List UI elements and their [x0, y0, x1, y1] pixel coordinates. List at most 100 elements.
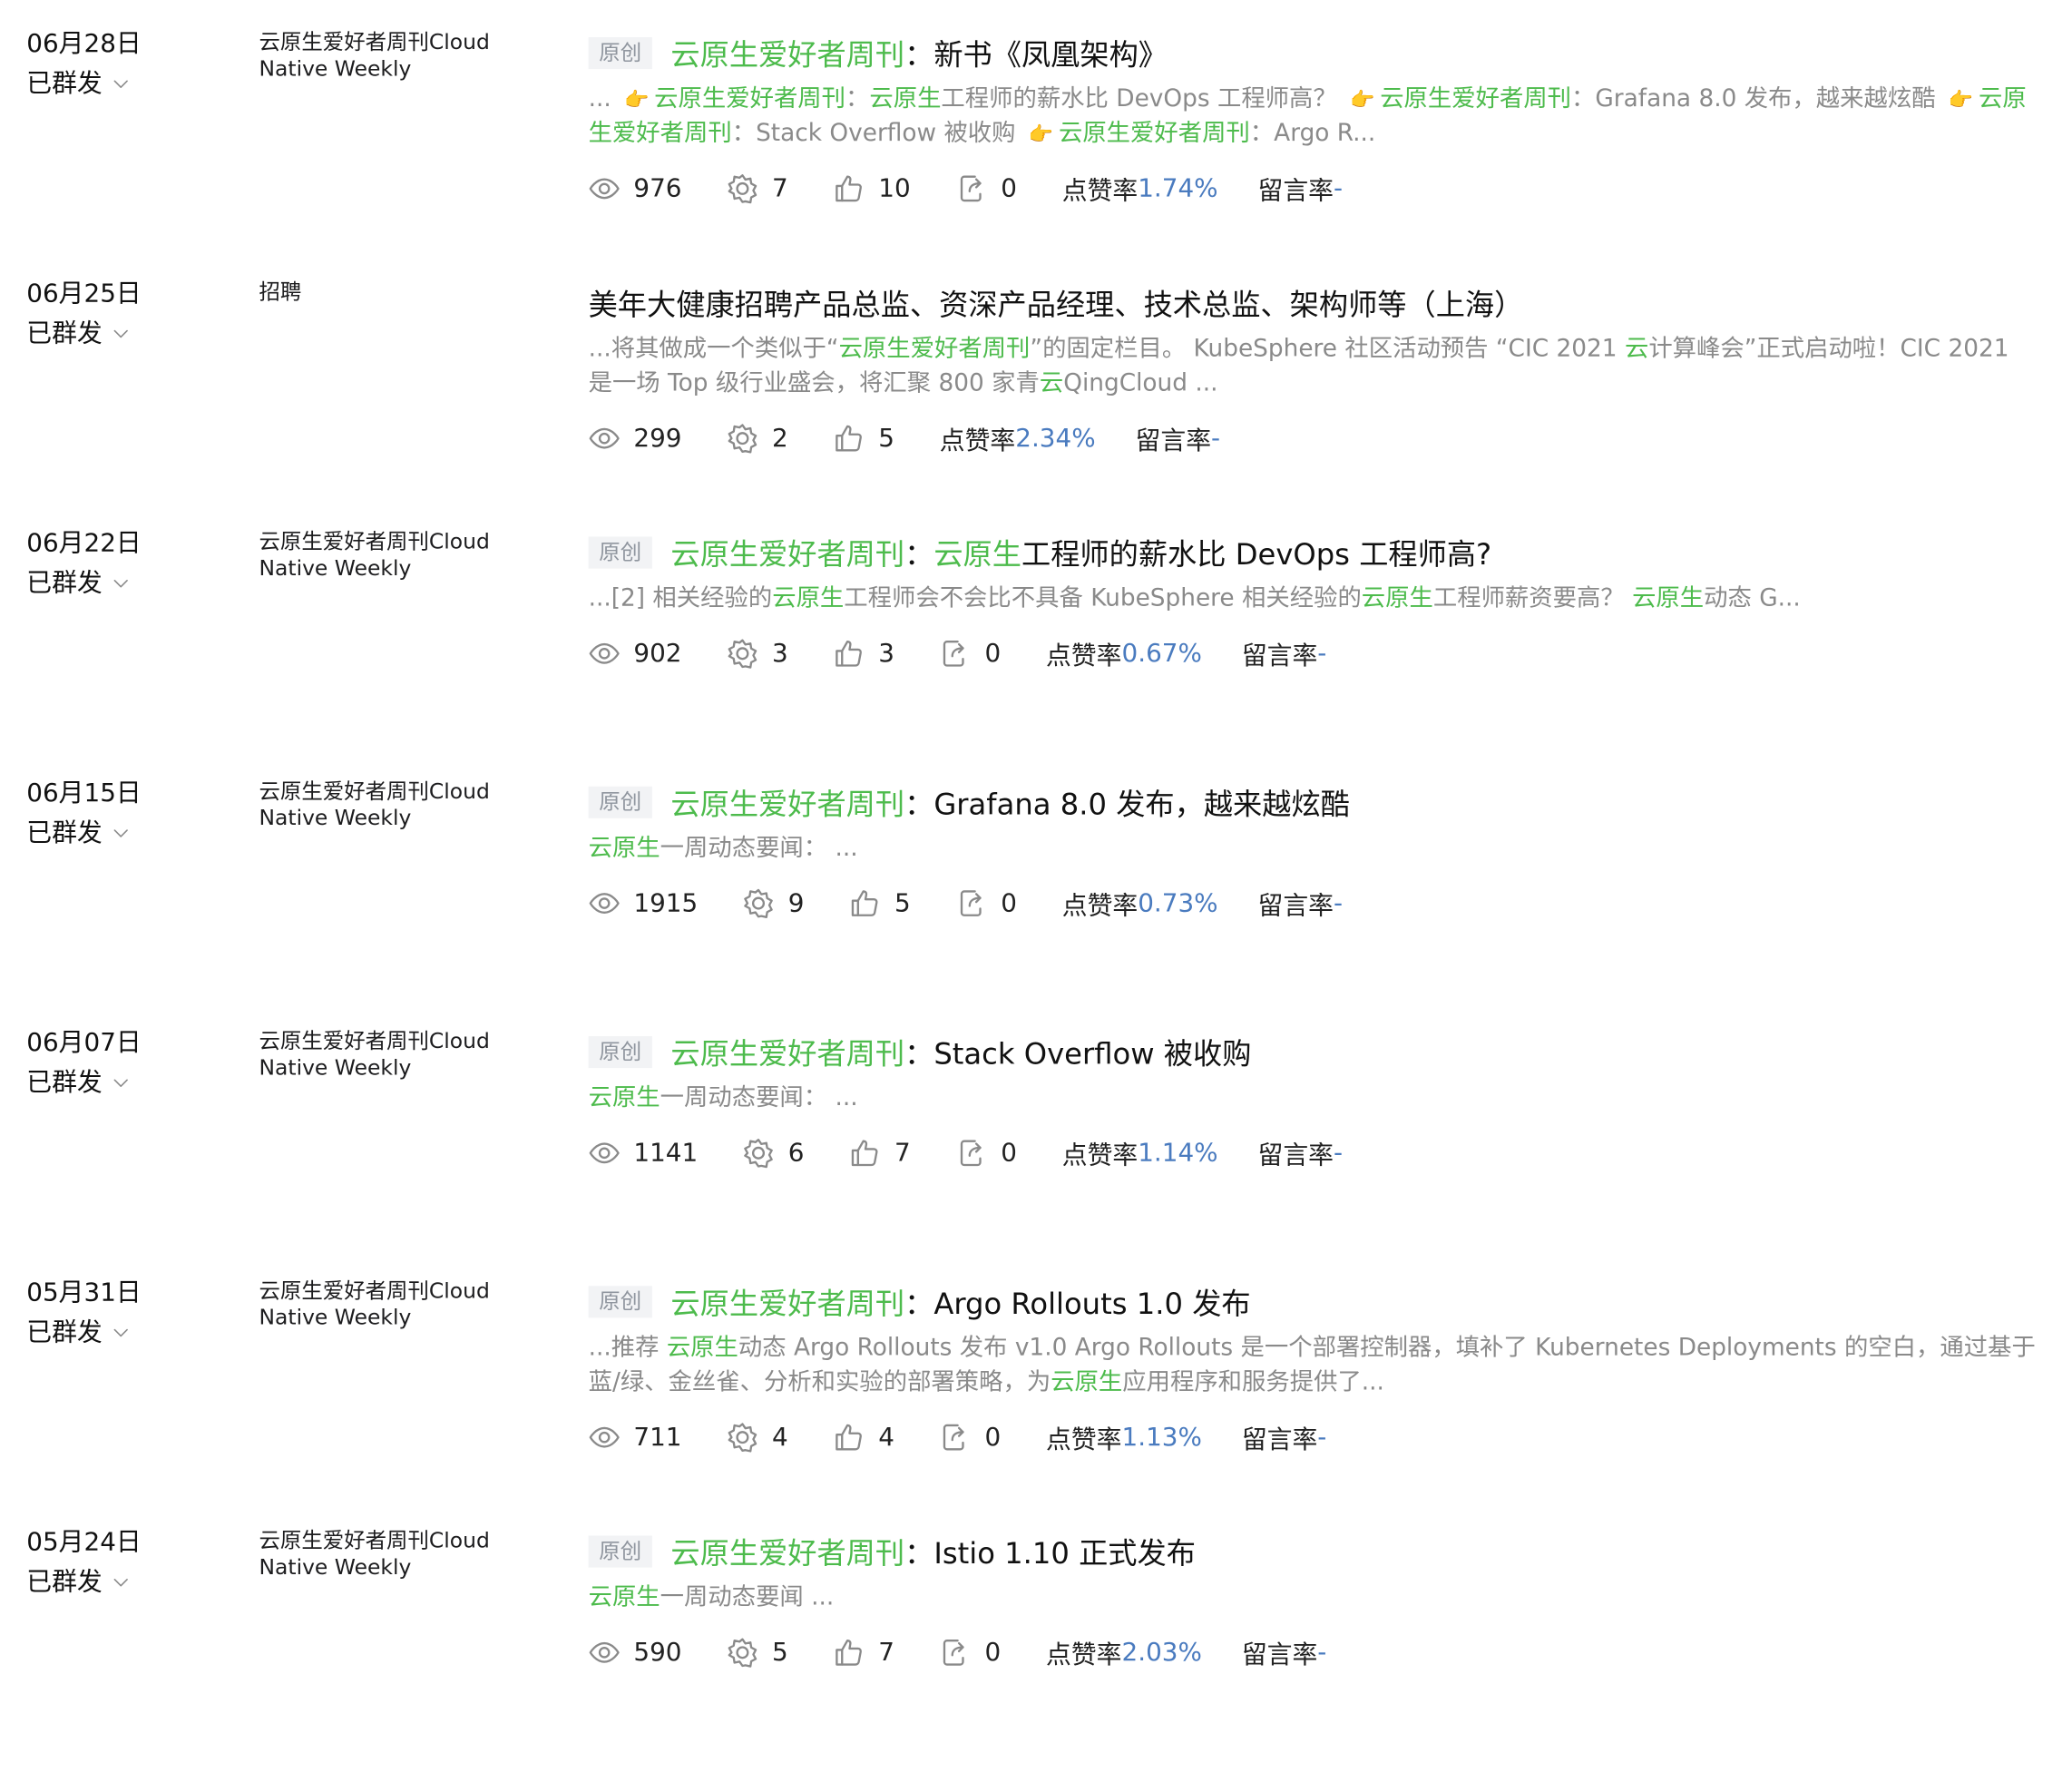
reads-count: 1915 — [633, 888, 699, 918]
article-title[interactable]: 原创 云原生爱好者周刊：新书《凤凰架构》 — [588, 26, 2037, 80]
article-row[interactable]: 06月15日 已群发 云原生爱好者周刊Cloud Native Weekly 原创 云原… — [0, 773, 2072, 1023]
send-status-dropdown[interactable]: 已群发 — [26, 1062, 141, 1102]
chevron-down-icon — [103, 1571, 132, 1592]
article-title[interactable]: 原创 云原生爱好者周刊：云原生 工程师的薪水比 DevOps 工程师高? — [588, 526, 2037, 580]
likes-count: 7 — [878, 1638, 895, 1668]
original-badge: 原创 — [588, 36, 652, 70]
article-cover[interactable]: 招聘 — [259, 274, 551, 439]
reads-count: 1141 — [633, 1138, 699, 1168]
send-status-label: 已群发 — [26, 568, 103, 598]
summary-keyword: 云原生 — [772, 584, 845, 612]
forward-icon — [955, 1137, 1001, 1169]
send-status-dropdown[interactable]: 已群发 — [26, 64, 141, 103]
send-status-label: 已群发 — [26, 318, 103, 348]
title-series: 云原生爱好者周刊 — [670, 788, 905, 823]
article-row[interactable]: 05月31日已群发 云原生爱好者周刊Cloud Native Weekly 原创 云原… — [0, 1273, 2072, 1522]
publish-date: 06月25日 — [26, 279, 142, 308]
eye-icon — [589, 1422, 634, 1454]
svg-text:云原生爱好者周刊: 云原生爱好者周刊 — [259, 1527, 429, 1553]
like-rate-label: 点赞率 — [1046, 641, 1122, 671]
likes-stat: 7 — [849, 1137, 911, 1169]
publish-date: 06月07日 — [26, 1028, 142, 1058]
pointing-hand-icon: 👉 — [623, 87, 650, 112]
forward-icon — [940, 1637, 985, 1669]
shares-stat: 6 — [743, 1137, 804, 1169]
article-cover[interactable]: 云原生爱好者周刊Cloud Native Weekly — [259, 524, 551, 689]
pointing-hand-icon: 👉 — [1028, 122, 1054, 147]
title-series: 云原生爱好者周刊 — [670, 1288, 905, 1322]
likes-stat: 10 — [834, 172, 911, 204]
comment-rate-label: 留言率 — [1257, 890, 1334, 920]
summary-text: ：Grafana 8.0 发布，越来越炫酷 — [1571, 84, 1943, 113]
summary-keyword: 云原生 — [588, 1583, 660, 1611]
like-rate: 点赞率 0.67% — [1046, 636, 1202, 672]
forwards-stat: 0 — [955, 1137, 1017, 1169]
shares-count: 2 — [772, 424, 788, 454]
summary-text: ...将其做成一个类似于“ — [588, 334, 839, 363]
summary-text: 一周动态要闻： ... — [660, 1083, 858, 1112]
shares-stat: 5 — [727, 1637, 788, 1669]
send-status-dropdown[interactable]: 已群发 — [26, 813, 141, 853]
article-content: 原创 云原生爱好者周刊： Stack Overflow 被收购 云原生一周动态要闻： … — [588, 1025, 2037, 1177]
summary-text: ... — [588, 84, 620, 113]
article-title[interactable]: 原创 云原生爱好者周刊： Argo Rollouts 1.0 发布 — [588, 1276, 2037, 1329]
article-title[interactable]: 原创 云原生爱好者周刊： Istio 1.10 正式发布 — [588, 1525, 2037, 1579]
pointing-hand-icon: 👉 — [1349, 87, 1375, 112]
eye-icon — [589, 172, 634, 204]
title-text: Argo Rollouts 1.0 发布 — [933, 1288, 1251, 1322]
article-row[interactable]: 06月25日 已群发 招聘 美年大健康招聘产品总监、资深产品经理、技术总监、架构师等（… — [0, 274, 2072, 524]
likes-count: 10 — [878, 173, 911, 204]
shares-stat: 3 — [727, 638, 788, 670]
article-summary: ... 👉 云原生爱好者周刊：云原生工程师的薪水比 DevOps 工程师高？ 👉 云… — [589, 83, 2037, 152]
article-row[interactable]: 06月22日 已群发 云原生爱好者周刊Cloud Native Weekly 原创 云原… — [0, 524, 2072, 773]
comment-rate-value: - — [1317, 1638, 1327, 1668]
shares-count: 7 — [772, 173, 788, 204]
article-cover[interactable]: 云原生爱好者周刊Cloud Native Weekly — [259, 1273, 551, 1438]
like-rate-value: 0.73% — [1138, 888, 1218, 918]
summary-text: ...[2] 相关经验的 — [588, 584, 773, 612]
original-badge: 原创 — [588, 536, 652, 569]
article-row[interactable]: 06月28日 已群发 云原生爱好者周刊Cloud Native Weekly 原创 云原… — [0, 24, 2072, 273]
likes-count: 3 — [878, 639, 895, 669]
article-cover[interactable]: 云原生爱好者周刊Cloud Native Weekly — [259, 1522, 551, 1688]
comment-rate-label: 留言率 — [1257, 1140, 1334, 1170]
like-rate-value: 1.13% — [1121, 1423, 1202, 1453]
title-keyword: 云原生 — [933, 539, 1021, 573]
shares-stat: 2 — [727, 423, 788, 455]
comment-rate: 留言率 - — [1258, 886, 1344, 922]
forwards-stat: 0 — [940, 1637, 1001, 1669]
title-text: Istio 1.10 正式发布 — [933, 1538, 1196, 1572]
publish-date: 06月22日 — [26, 528, 142, 558]
forwards-count: 0 — [984, 639, 1002, 669]
like-rate: 点赞率 2.03% — [1046, 1635, 1202, 1671]
send-status-dropdown[interactable]: 已群发 — [26, 314, 141, 354]
article-summary: 云原生一周动态要闻： ... — [589, 832, 2037, 866]
title-separator: ： — [904, 39, 934, 73]
article-cover[interactable]: 云原生爱好者周刊Cloud Native Weekly — [259, 773, 551, 938]
article-row[interactable]: 05月24日 已群发 云原生爱好者周刊Cloud Native Weekly 原创 云原… — [0, 1522, 2072, 1772]
summary-keyword: 云原生爱好者周刊 — [1380, 84, 1572, 113]
share-icon — [727, 423, 772, 455]
original-badge: 原创 — [588, 1535, 652, 1568]
article-row[interactable]: 06月07日 已群发 云原生爱好者周刊Cloud Native Weekly 原创 云原… — [0, 1023, 2072, 1272]
chevron-down-icon — [103, 73, 132, 94]
pointing-hand-icon: 👉 — [1948, 87, 1974, 112]
article-title[interactable]: 原创 云原生爱好者周刊： Stack Overflow 被收购 — [588, 1025, 2037, 1079]
date-column: 06月28日已群发 — [26, 24, 141, 103]
publish-date: 05月31日 — [26, 1278, 142, 1307]
article-content: 原创 云原生爱好者周刊： Istio 1.10 正式发布 云原生一周动态要闻 ... 5… — [588, 1525, 2037, 1677]
likes-stat: 7 — [834, 1637, 894, 1669]
summary-keyword: 云原生 — [1361, 584, 1433, 612]
like-rate-label: 点赞率 — [1061, 890, 1139, 920]
send-status-dropdown[interactable]: 已群发 — [26, 1562, 141, 1602]
likes-stat: 5 — [834, 423, 894, 455]
article-title[interactable]: 原创 云原生爱好者周刊： Grafana 8.0 发布，越来越炫酷 — [588, 776, 2037, 829]
forwards-stat: 0 — [955, 172, 1017, 204]
comment-rate: 留言率 - — [1242, 1635, 1327, 1671]
send-status-dropdown[interactable]: 已群发 — [26, 563, 141, 603]
article-title[interactable]: 美年大健康招聘产品总监、资深产品经理、技术总监、架构师等（上海） — [589, 277, 2037, 330]
article-cover[interactable]: 云原生爱好者周刊Cloud Native Weekly — [259, 1023, 551, 1188]
article-cover[interactable]: 云原生爱好者周刊Cloud Native Weekly — [259, 24, 551, 189]
publish-date: 06月28日 — [26, 29, 142, 59]
send-status-dropdown[interactable]: 已群发 — [26, 1313, 141, 1353]
